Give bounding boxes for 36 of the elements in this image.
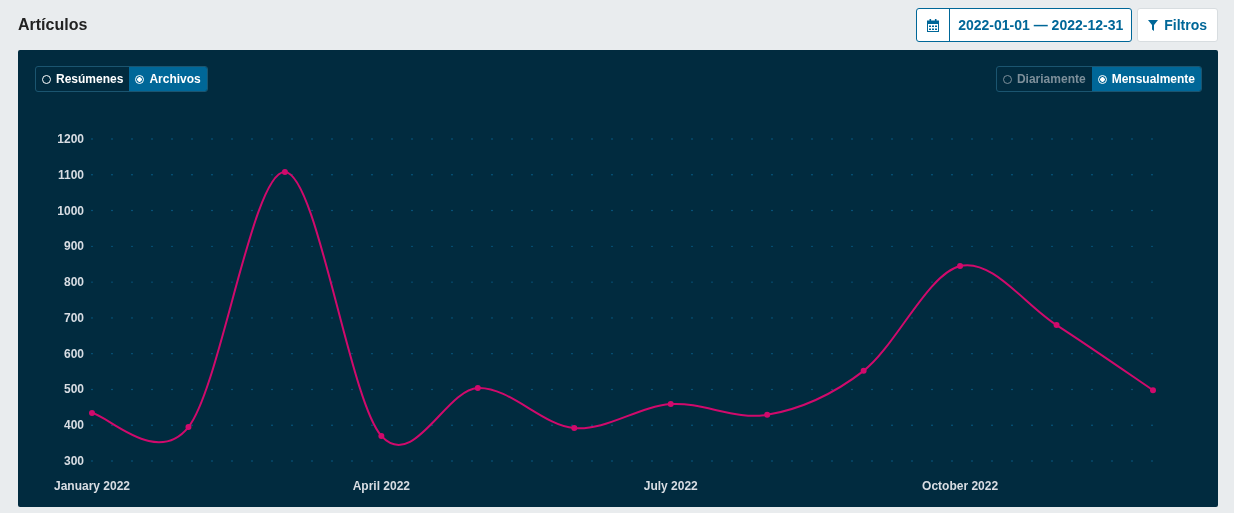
data-point: [571, 425, 578, 432]
data-point: [281, 168, 288, 175]
calendar-icon: [927, 18, 940, 32]
page-title: Artículos: [18, 16, 88, 34]
y-axis-label: 600: [63, 346, 84, 361]
toggle-button[interactable]: Mensualmente: [1091, 67, 1201, 91]
toggle-button[interactable]: Archivos: [129, 67, 207, 91]
y-axis-label: 1000: [57, 203, 84, 218]
y-axis-label: 500: [63, 382, 84, 397]
y-axis-label: 400: [63, 418, 84, 433]
data-point: [860, 367, 867, 374]
y-axis-label: 700: [63, 310, 84, 325]
data-point: [764, 411, 771, 418]
y-axis-label: 1200: [57, 132, 84, 146]
y-axis-label: 300: [63, 454, 84, 468]
x-axis-label: July 2022: [643, 479, 698, 493]
x-axis-label: October 2022: [922, 479, 999, 493]
x-axis-label: April 2022: [352, 479, 411, 493]
data-point: [1053, 322, 1060, 329]
radio-icon: [135, 74, 145, 84]
x-axis-label: January 2022: [53, 479, 131, 493]
y-axis-label: 900: [63, 239, 84, 254]
y-axis-label: 800: [63, 275, 84, 290]
data-point: [89, 410, 95, 417]
data-point: [1150, 387, 1156, 394]
filter-icon: [1148, 19, 1159, 31]
y-axis-label: 1100: [57, 167, 84, 182]
data-point: [474, 385, 481, 391]
data-point: [185, 424, 192, 430]
filters-button[interactable]: Filtros: [1137, 8, 1218, 42]
data-point: [667, 401, 674, 408]
radio-icon: [1097, 74, 1107, 84]
data-point: [957, 263, 964, 269]
date-range-button[interactable]: 2022-01-01 — 2022-12-31: [916, 8, 1133, 42]
toggle-button[interactable]: Resúmenes: [36, 67, 130, 91]
data-point: [378, 432, 385, 439]
